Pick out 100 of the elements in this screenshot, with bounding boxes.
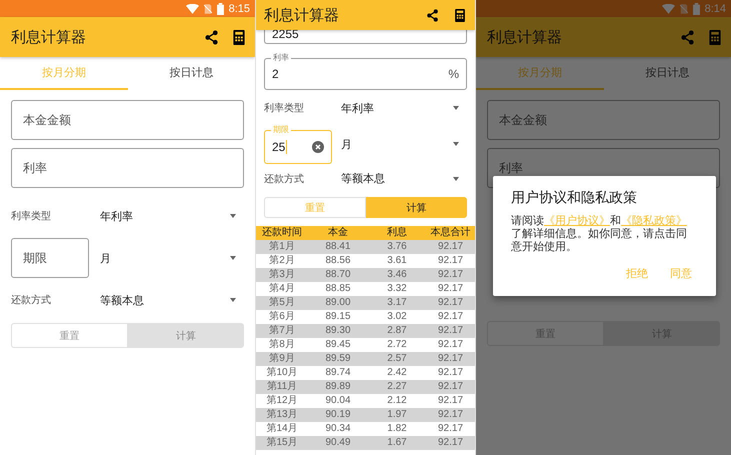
- table-cell-text: 第7月: [268, 324, 296, 338]
- table-cell-text: 第6月: [268, 310, 296, 324]
- table-cell-text: 92.17: [436, 422, 464, 436]
- rate-type-dropdown[interactable]: 年利率: [100, 204, 244, 228]
- table-cell-text: 第13月: [265, 408, 299, 422]
- table-cell-text: 89.45: [324, 338, 352, 352]
- term-field[interactable]: 期限: [11, 238, 89, 278]
- table-cell-text: 90.34: [324, 422, 352, 436]
- table-cell-text: 3.76: [386, 240, 408, 254]
- table-cell-text: 92.17: [436, 352, 464, 366]
- table-cell-text: 89.30: [324, 324, 352, 338]
- table-cell-text: 第8月: [268, 338, 296, 352]
- method-label: 还款方式: [264, 172, 305, 186]
- table-cell-text: 90.49: [324, 436, 352, 450]
- table-cell-text: 第14月: [265, 422, 299, 436]
- table-cell-text: 第9月: [268, 352, 296, 366]
- table-cell-text: 2.42: [386, 366, 408, 380]
- table-cell-text: 3.02: [386, 310, 408, 324]
- app-title: 利息计算器: [487, 28, 563, 46]
- table-cell-text: 1.97: [386, 408, 408, 422]
- principal-field[interactable]: 2255: [264, 30, 467, 44]
- table-cell-text: 2.27: [386, 380, 408, 394]
- method-label: 还款方式: [11, 294, 52, 307]
- table-cell-text: 2.72: [386, 338, 408, 352]
- battery-icon: [216, 2, 224, 14]
- dialog-title: 用户协议和隐私政策: [511, 189, 638, 207]
- table-cell-text: 第12月: [265, 394, 299, 408]
- app-title: 利息计算器: [264, 6, 340, 24]
- table-cell-text: 92.17: [436, 338, 464, 352]
- table-cell-text: 89.00: [324, 296, 352, 310]
- dropdown-icon: [230, 256, 236, 260]
- dropdown-icon: [453, 142, 459, 146]
- table-cell-text: 92.17: [436, 408, 464, 422]
- table-cell-text: 第4月: [268, 282, 296, 296]
- table-cell-text: 第15月: [265, 436, 299, 450]
- column-header: 利息: [386, 226, 408, 240]
- table-cell-text: 3.61: [386, 254, 408, 268]
- status-time: 8:14: [704, 2, 726, 14]
- method-dropdown[interactable]: 等额本息: [341, 166, 467, 190]
- table-cell-text: 88.41: [324, 240, 352, 254]
- table-cell-text: 第10月: [265, 366, 299, 380]
- table-cell-text: 89.15: [324, 310, 352, 324]
- calculator-icon[interactable]: [455, 8, 465, 22]
- app-title: 利息计算器: [11, 28, 87, 46]
- table-cell-text: 92.17: [436, 282, 464, 296]
- unit-dropdown[interactable]: 月: [341, 132, 467, 156]
- rate-type-label: 利率类型: [11, 210, 52, 223]
- no-sim-icon: [204, 4, 212, 14]
- calculator-icon[interactable]: [233, 30, 245, 44]
- table-cell-text: 88.56: [324, 254, 352, 268]
- table-cell-text: 88.85: [324, 282, 352, 296]
- table-cell-text: 90.19: [324, 408, 352, 422]
- table-cell-text: 3.46: [386, 268, 408, 282]
- table-cell-text: 第2月: [268, 254, 296, 268]
- table-cell-text: 89.89: [324, 380, 352, 394]
- input-field[interactable]: 本金金额: [11, 100, 244, 140]
- table-cell-text: 92.17: [436, 436, 464, 450]
- table-cell-text: 92.17: [436, 296, 464, 310]
- table-cell-text: 92.17: [436, 240, 464, 254]
- no-sim-icon: [680, 4, 688, 14]
- table-cell-text: 92.17: [436, 310, 464, 324]
- column-header: 本金: [327, 226, 349, 240]
- table-cell-text: 2.87: [386, 324, 408, 338]
- column-header: 还款时间: [261, 226, 303, 240]
- table-cell-text: 2.57: [386, 352, 408, 366]
- dropdown-icon: [230, 214, 236, 218]
- status-time: 8:15: [228, 2, 250, 14]
- table-cell-text: 92.17: [436, 380, 464, 394]
- table-cell-text: 第3月: [268, 268, 296, 282]
- table-cell-text: 92.17: [436, 366, 464, 380]
- table-cell-text: 3.17: [386, 296, 408, 310]
- table-cell-text: 88.70: [324, 268, 352, 282]
- table-cell-text: 92.17: [436, 394, 464, 408]
- table-cell-text: 92.17: [436, 324, 464, 338]
- table-cell-text: 1.82: [386, 422, 408, 436]
- share-icon[interactable]: [204, 30, 219, 44]
- method-dropdown[interactable]: 等额本息: [100, 288, 244, 312]
- battery-icon: [692, 2, 700, 14]
- dropdown-icon: [453, 176, 459, 180]
- share-icon[interactable]: [426, 8, 439, 22]
- clear-icon[interactable]: [312, 141, 324, 153]
- dialog-message: 请阅读《用户协议》和《隐私政策》 了解详细信息。如你同意，请点击同意开始使用。: [511, 215, 688, 254]
- wifi-icon: [662, 4, 675, 14]
- input-field[interactable]: 本金金额: [487, 100, 720, 140]
- dropdown-icon: [453, 106, 459, 110]
- table-cell-text: 第5月: [268, 296, 296, 310]
- rate-type-label: 利率类型: [264, 102, 305, 115]
- rate-type-dropdown[interactable]: 年利率: [341, 96, 467, 120]
- unit-dropdown[interactable]: 月: [100, 246, 244, 270]
- table-cell-text: 89.74: [324, 366, 352, 380]
- table-cell-text: 1.67: [386, 436, 408, 450]
- table-cell-text: 92.17: [436, 268, 464, 282]
- table-cell-text: 第11月: [266, 380, 298, 394]
- table-cell-text: 89.59: [324, 352, 352, 366]
- input-field[interactable]: 利率: [11, 148, 244, 188]
- dropdown-icon: [230, 298, 236, 302]
- action-button[interactable]: 计算: [366, 197, 467, 218]
- wifi-icon: [186, 4, 199, 14]
- table-cell-text: 第1月: [268, 240, 296, 254]
- table-cell-text: 92.17: [436, 254, 464, 268]
